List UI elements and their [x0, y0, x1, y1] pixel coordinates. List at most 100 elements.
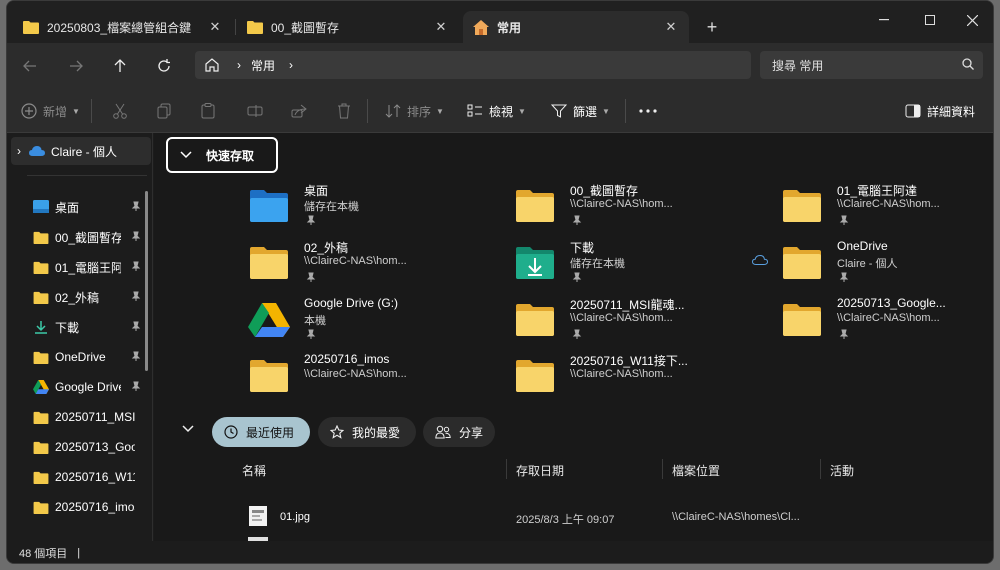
quick-access-item[interactable]: 20250716_W11接下... \\ClaireC-NAS\hom...	[514, 351, 754, 401]
chevron-right-icon[interactable]: ›	[237, 58, 241, 72]
filter-button[interactable]: 篩選 ▼	[551, 101, 610, 121]
chip-favorites[interactable]: 我的最愛	[318, 417, 416, 447]
maximize-icon	[925, 15, 935, 25]
tab-label: 常用	[497, 20, 522, 35]
close-tab-icon[interactable]: ✕	[207, 19, 223, 35]
tab-label: 20250803_檔案總管組合鍵	[47, 20, 192, 35]
delete-button[interactable]	[337, 101, 351, 121]
copy-button[interactable]	[157, 101, 171, 121]
pin-icon[interactable]	[839, 329, 849, 339]
pin-icon[interactable]	[306, 329, 316, 339]
pin-icon[interactable]	[131, 321, 141, 331]
home-icon	[473, 19, 489, 35]
quick-access-item[interactable]: 01_電腦王阿達 \\ClaireC-NAS\hom...	[781, 181, 993, 231]
more-options-button[interactable]	[639, 101, 657, 121]
minimize-button[interactable]	[861, 9, 907, 31]
item-name: 01_電腦王阿達	[837, 184, 918, 198]
details-pane-button[interactable]: 詳細資料	[905, 101, 975, 121]
folder-icon	[33, 291, 49, 304]
breadcrumb[interactable]: 常用	[251, 57, 275, 74]
maximize-button[interactable]	[907, 9, 953, 31]
rename-button[interactable]	[247, 101, 263, 121]
column-header-name[interactable]: 名稱	[242, 462, 266, 479]
table-row[interactable]: 01.jpg 2025/8/3 上午 09:07 \\ClaireC-NAS\h…	[154, 503, 993, 531]
quick-access-item[interactable]: 20250713_Google... \\ClaireC-NAS\hom...	[781, 295, 993, 345]
address-field[interactable]: › 常用 ›	[195, 51, 751, 79]
sidebar-item-20250711[interactable]: 20250711_MSI	[33, 403, 143, 431]
quick-access-item[interactable]: Google Drive (G:) 本機	[248, 295, 488, 345]
tab-20250803[interactable]: 20250803_檔案總管組合鍵 ✕	[13, 11, 233, 43]
tab-home[interactable]: 常用 ✕	[463, 11, 689, 43]
quick-access-item[interactable]: 20250716_imos \\ClaireC-NAS\hom...	[248, 351, 488, 401]
pin-icon[interactable]	[572, 329, 582, 339]
quick-access-item[interactable]: 20250711_MSI龍魂... \\ClaireC-NAS\hom...	[514, 295, 754, 345]
close-window-button[interactable]	[949, 9, 993, 31]
refresh-button[interactable]	[151, 53, 177, 79]
arrow-right-icon	[70, 60, 83, 72]
cloud-status-icon	[752, 255, 768, 265]
quick-access-item[interactable]: 00_截圖暫存 \\ClaireC-NAS\hom...	[514, 181, 754, 231]
chevron-right-icon[interactable]: ›	[17, 144, 21, 158]
pin-icon[interactable]	[131, 291, 141, 301]
share-button[interactable]	[291, 101, 307, 121]
folder-icon	[23, 21, 39, 34]
pin-icon[interactable]	[572, 215, 582, 225]
folder-icon	[516, 190, 554, 222]
chevron-down-icon[interactable]	[182, 425, 194, 433]
pin-icon[interactable]	[839, 272, 849, 282]
sidebar-item-onedrive[interactable]: OneDrive	[33, 343, 143, 371]
sidebar-item-google-drive[interactable]: Google Drive	[33, 373, 143, 401]
pin-icon[interactable]	[131, 201, 141, 211]
chip-shared[interactable]: 分享	[423, 417, 495, 447]
sidebar-item-onedrive-personal[interactable]: › Claire - 個人	[11, 137, 151, 165]
sidebar-item-00-screenshots[interactable]: 00_截圖暫存	[33, 223, 143, 251]
quick-access-item[interactable]: 下載 儲存在本機	[514, 238, 754, 288]
chevron-right-icon[interactable]: ›	[289, 58, 293, 72]
pin-icon[interactable]	[131, 231, 141, 241]
quick-access-item[interactable]: OneDrive Claire - 個人	[781, 238, 993, 288]
sidebar-item-01-computer-king[interactable]: 01_電腦王阿達	[33, 253, 143, 281]
sort-button[interactable]: 排序 ▼	[385, 101, 444, 121]
close-tab-icon[interactable]: ✕	[433, 19, 449, 35]
pin-icon[interactable]	[131, 381, 141, 391]
trash-icon	[338, 103, 350, 119]
forward-button[interactable]	[63, 53, 89, 79]
search-placeholder: 搜尋 常用	[772, 58, 824, 73]
up-button[interactable]	[107, 53, 133, 79]
tab-00-screenshots[interactable]: 00_截圖暫存 ✕	[237, 11, 459, 43]
sidebar-item-20250713[interactable]: 20250713_Google	[33, 433, 143, 461]
column-header-date[interactable]: 存取日期	[516, 462, 564, 479]
pin-icon[interactable]	[306, 215, 316, 225]
pin-icon[interactable]	[306, 272, 316, 282]
column-divider[interactable]	[820, 459, 821, 479]
pin-icon[interactable]	[131, 261, 141, 271]
file-location: \\ClaireC-NAS\homes\Cl...	[672, 511, 800, 523]
search-input[interactable]: 搜尋 常用	[760, 51, 983, 79]
cut-button[interactable]	[113, 101, 127, 121]
new-button[interactable]: 新增 ▼	[21, 101, 80, 121]
chip-recent[interactable]: 最近使用	[212, 417, 310, 447]
column-divider[interactable]	[662, 459, 663, 479]
pin-icon[interactable]	[839, 215, 849, 225]
sidebar-item-20250716-w11[interactable]: 20250716_W11	[33, 463, 143, 491]
close-tab-icon[interactable]: ✕	[663, 19, 679, 35]
back-button[interactable]	[17, 53, 43, 79]
column-header-location[interactable]: 檔案位置	[672, 462, 720, 479]
quick-access-item[interactable]: 02_外稿 \\ClaireC-NAS\hom...	[248, 238, 488, 288]
pin-icon[interactable]	[572, 272, 582, 282]
column-header-activity[interactable]: 活動	[830, 462, 854, 479]
plus-circle-icon	[21, 103, 37, 119]
pin-icon[interactable]	[131, 351, 141, 361]
view-button[interactable]: 檢視 ▼	[467, 101, 526, 121]
quick-access-item[interactable]: 桌面 儲存在本機	[248, 181, 488, 231]
sidebar-scrollbar[interactable]	[145, 191, 148, 371]
paste-button[interactable]	[201, 101, 215, 121]
column-divider[interactable]	[506, 459, 507, 479]
search-icon	[962, 58, 974, 70]
sidebar-item-desktop[interactable]: 桌面	[33, 193, 143, 221]
new-tab-button[interactable]: +	[701, 17, 723, 39]
sidebar-item-02-external[interactable]: 02_外稿	[33, 283, 143, 311]
sidebar-item-20250716-imos[interactable]: 20250716_imos	[33, 493, 143, 521]
quick-access-header[interactable]: 快速存取	[166, 137, 278, 173]
sidebar-item-downloads[interactable]: 下載	[33, 313, 143, 341]
